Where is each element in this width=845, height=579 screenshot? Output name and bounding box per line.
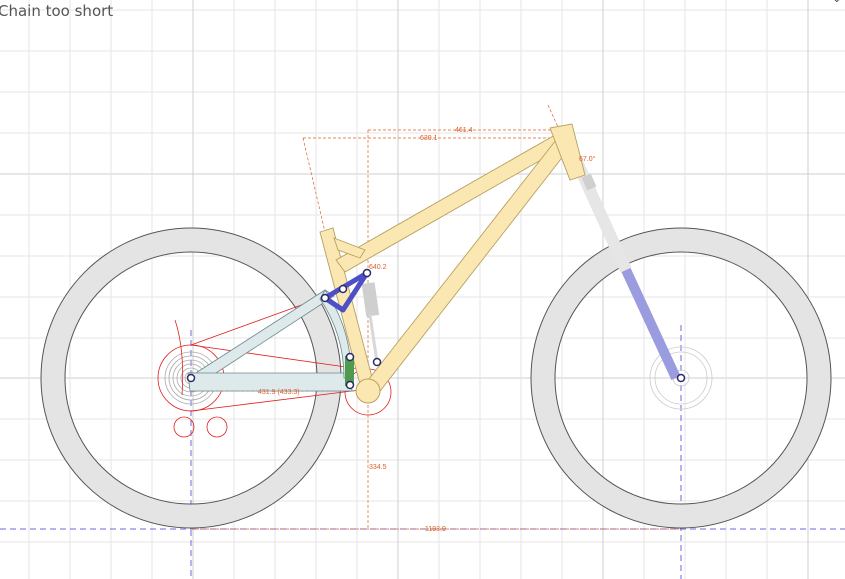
dim-seat-label: 640.2 bbox=[369, 264, 387, 271]
status-message: Chain too short bbox=[0, 2, 114, 20]
dim-reach-label: 461.4 bbox=[455, 127, 473, 134]
rear-shock-body[interactable] bbox=[361, 282, 380, 317]
dim-chainstay-label: 431.9 (433.3) bbox=[258, 389, 300, 396]
dim-head-angle-label: 67.0° bbox=[579, 155, 596, 163]
pivot-points[interactable] bbox=[186, 268, 686, 390]
dim-stack-label: 630.1 bbox=[420, 135, 438, 142]
chevron-down-icon[interactable]: ⌄ bbox=[833, 0, 841, 5]
dim-wheelbase-label: 1193.9 bbox=[425, 526, 446, 533]
bike-geometry-canvas[interactable]: 461.4 630.1 67.0° 640.2 431.9 (433.3) 33… bbox=[0, 0, 845, 579]
dim-bb-drop-label: 334.5 bbox=[369, 464, 387, 471]
bottom-bracket bbox=[355, 378, 381, 404]
